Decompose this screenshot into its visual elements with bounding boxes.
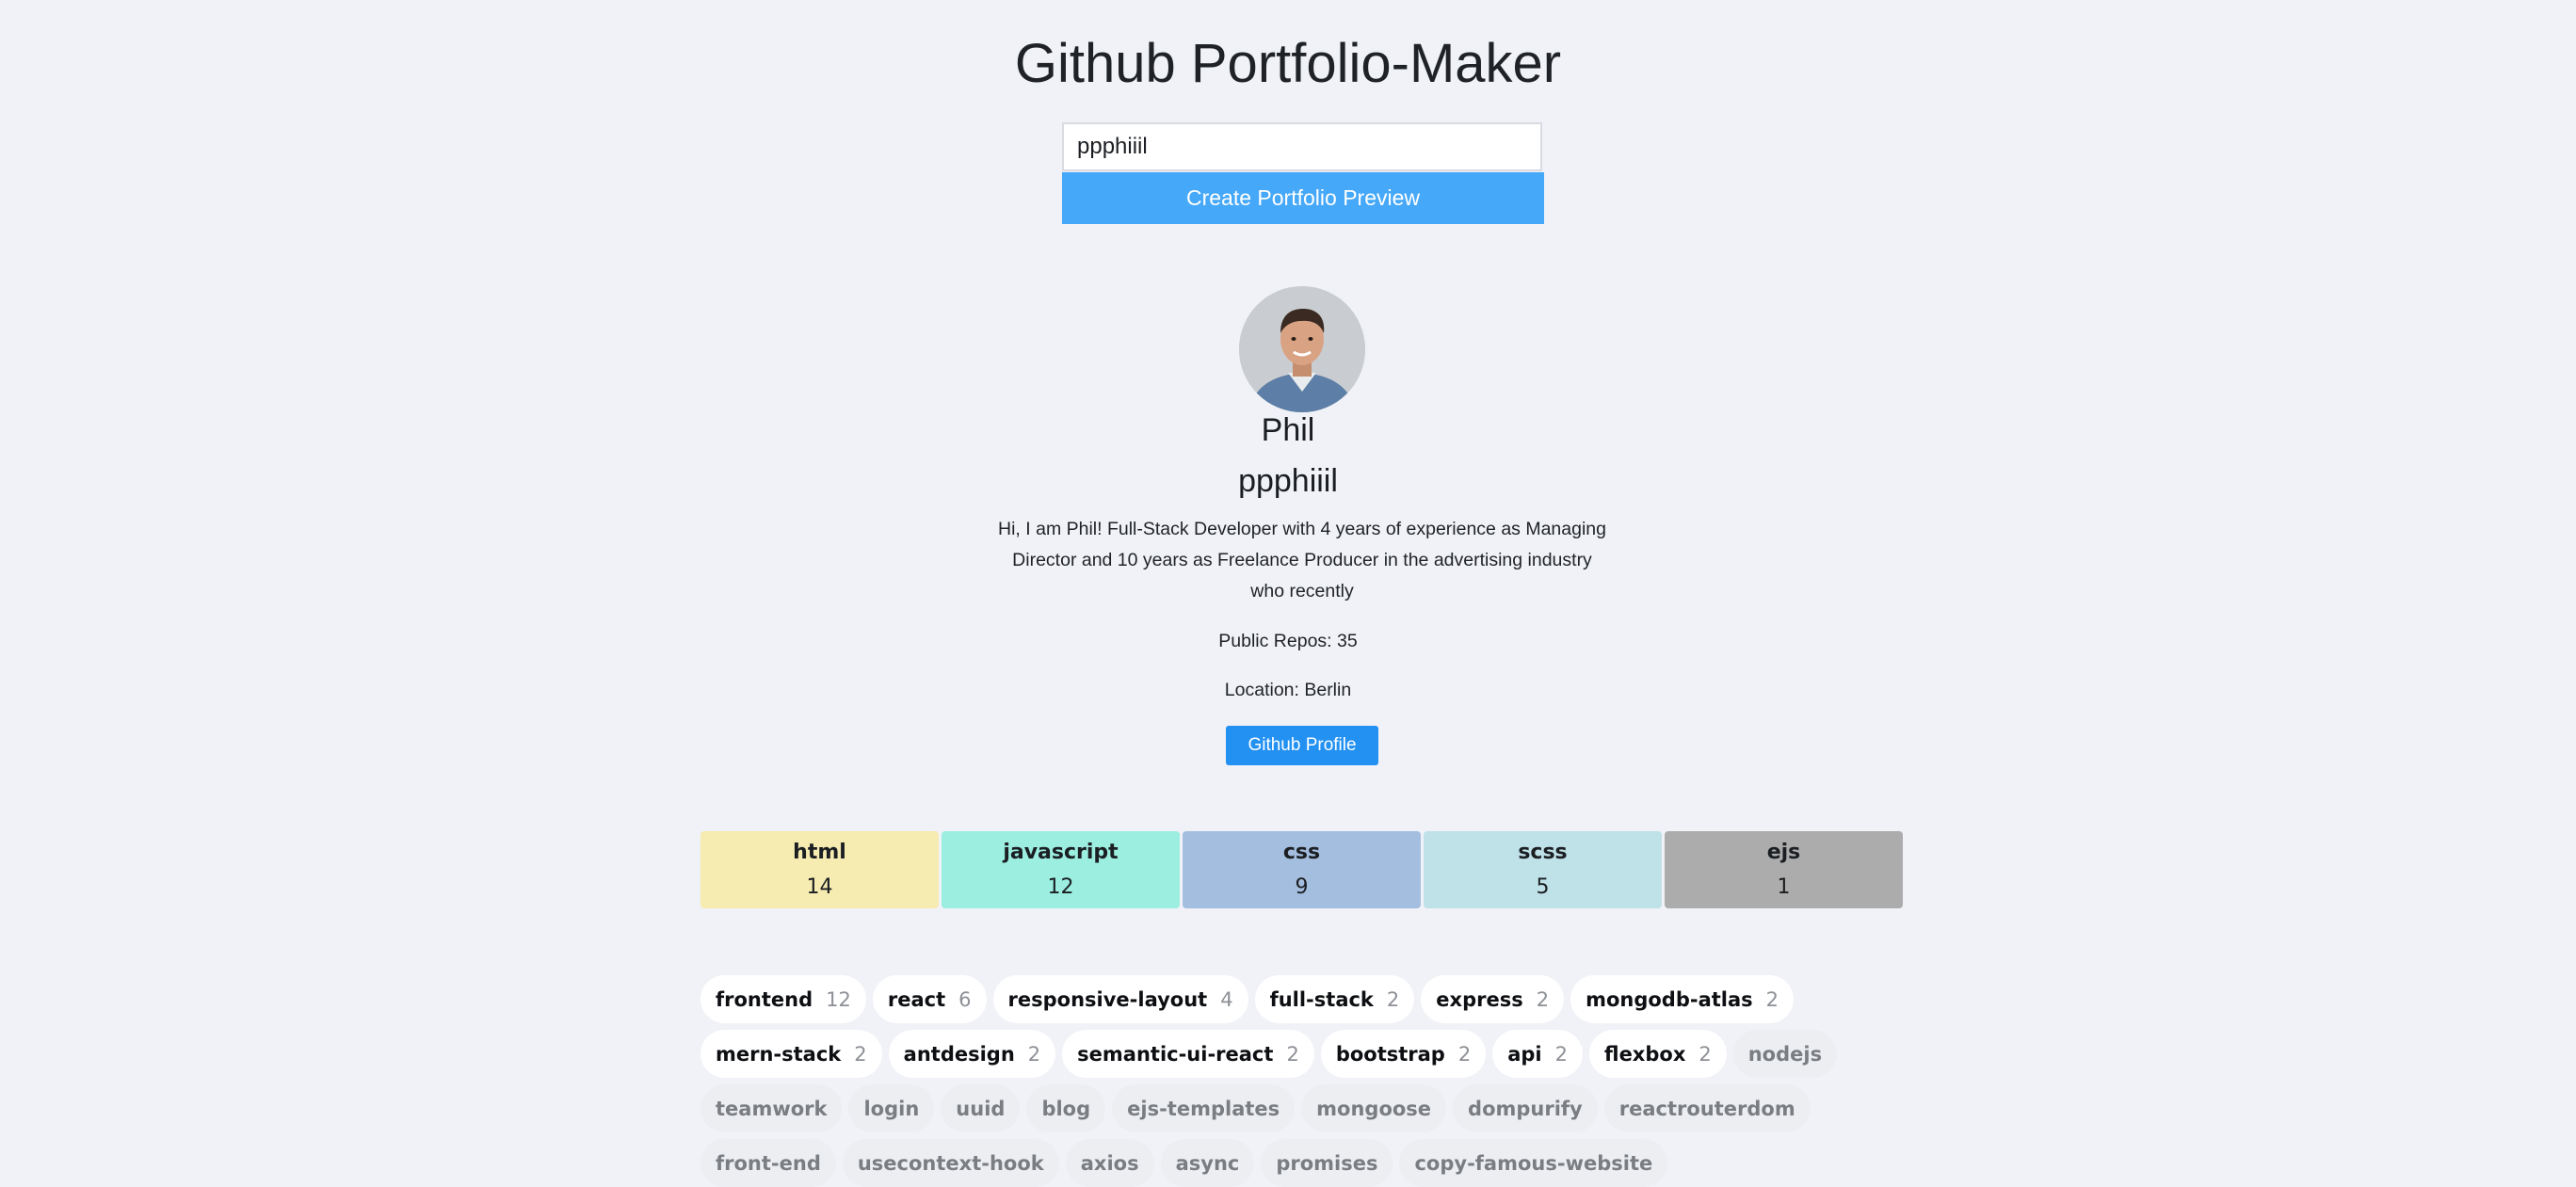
topic-label: dompurify xyxy=(1468,1097,1583,1120)
topic-label: frontend xyxy=(716,987,813,1011)
language-count: 5 xyxy=(1536,875,1550,899)
topic-tag-semantic-ui-react[interactable]: semantic-ui-react 2 xyxy=(1062,1030,1314,1078)
topic-tag-express[interactable]: express 2 xyxy=(1421,975,1565,1023)
language-name: html xyxy=(793,841,846,864)
profile-username: ppphiiil xyxy=(1238,463,1338,499)
topic-tag-responsive-layout[interactable]: responsive-layout 4 xyxy=(992,975,1248,1023)
language-count: 9 xyxy=(1295,875,1309,899)
topic-label: bootstrap xyxy=(1335,1042,1445,1066)
topic-tag-blog[interactable]: blog xyxy=(1026,1084,1106,1132)
location: Location: Berlin xyxy=(1224,680,1352,700)
topic-label: api xyxy=(1507,1042,1542,1066)
topic-count: 2 xyxy=(854,1042,867,1066)
topic-tag-uuid[interactable]: uuid xyxy=(941,1084,1021,1132)
page-title: Github Portfolio-Maker xyxy=(1014,33,1562,94)
topic-tag-nodejs[interactable]: nodejs xyxy=(1732,1030,1838,1078)
topic-label: blog xyxy=(1041,1097,1091,1120)
language-card-html: html 14 xyxy=(700,831,939,908)
language-card-ejs: ejs 1 xyxy=(1665,831,1903,908)
language-stats: html 14 javascript 12 css 9 scss 5 ejs 1 xyxy=(700,831,1903,908)
topic-count: 6 xyxy=(958,987,972,1011)
topic-count: 2 xyxy=(1699,1042,1712,1066)
language-count: 1 xyxy=(1777,875,1791,899)
topic-label: express xyxy=(1436,987,1523,1011)
topic-tag-antdesign[interactable]: antdesign 2 xyxy=(888,1030,1056,1078)
topic-tag-mongodb-atlas[interactable]: mongodb-atlas 2 xyxy=(1570,975,1795,1023)
language-name: ejs xyxy=(1766,841,1801,864)
language-count: 12 xyxy=(1047,875,1074,899)
language-name: javascript xyxy=(1003,841,1119,864)
topic-label: responsive-layout xyxy=(1007,987,1208,1011)
public-repos-count: Public Repos: 35 xyxy=(1218,631,1358,651)
topic-label: mongodb-atlas xyxy=(1586,987,1753,1011)
language-count: 14 xyxy=(806,875,833,899)
topic-tag-ejs-templates[interactable]: ejs-templates xyxy=(1112,1084,1296,1132)
topic-tag-full-stack[interactable]: full-stack 2 xyxy=(1254,975,1415,1023)
topic-label: antdesign xyxy=(903,1042,1015,1066)
topic-count: 2 xyxy=(1765,987,1779,1011)
topic-tag-login[interactable]: login xyxy=(848,1084,935,1132)
topic-tag-bootstrap[interactable]: bootstrap 2 xyxy=(1320,1030,1487,1078)
topic-label: nodejs xyxy=(1747,1042,1823,1066)
topic-tag-mongoose[interactable]: mongoose xyxy=(1301,1084,1447,1132)
topic-tag-dompurify[interactable]: dompurify xyxy=(1453,1084,1598,1132)
topic-count: 12 xyxy=(826,987,851,1011)
topic-label: mongoose xyxy=(1316,1097,1432,1120)
topic-label: react xyxy=(887,987,946,1011)
topic-tag-reactrouterdom[interactable]: reactrouterdom xyxy=(1603,1084,1811,1132)
language-card-css: css 9 xyxy=(1183,831,1421,908)
topic-count: 2 xyxy=(1457,1042,1472,1066)
language-card-javascript: javascript 12 xyxy=(942,831,1180,908)
topic-tag-teamwork[interactable]: teamwork xyxy=(700,1084,843,1132)
topic-count: 2 xyxy=(1286,1042,1299,1066)
topic-label: ejs-templates xyxy=(1127,1097,1280,1120)
topic-tag-mern-stack[interactable]: mern-stack 2 xyxy=(700,1030,882,1078)
topic-label: mern-stack xyxy=(716,1042,842,1066)
topic-label: semantic-ui-react xyxy=(1077,1042,1274,1066)
topic-tags: frontend 12 react 6 responsive-layout 4 full-s… xyxy=(700,975,1915,1187)
topic-tag-react[interactable]: react 6 xyxy=(872,975,987,1023)
topic-label: uuid xyxy=(956,1097,1006,1120)
topic-label: full-stack xyxy=(1269,987,1374,1011)
language-name: css xyxy=(1282,841,1321,864)
topic-count: 2 xyxy=(1536,987,1550,1011)
topic-label: login xyxy=(863,1097,920,1120)
profile-name: Phil xyxy=(1261,412,1315,448)
language-name: scss xyxy=(1518,841,1568,864)
topic-tag-api[interactable]: api 2 xyxy=(1492,1030,1583,1078)
language-card-scss: scss 5 xyxy=(1424,831,1662,908)
topic-count: 2 xyxy=(1027,1042,1041,1066)
page: Github Portfolio-Maker Create Portfolio … xyxy=(0,0,2576,1187)
avatar-image xyxy=(1239,286,1365,412)
topic-tag-frontend[interactable]: frontend 12 xyxy=(700,975,866,1023)
avatar xyxy=(1239,286,1365,412)
create-portfolio-button[interactable]: Create Portfolio Preview xyxy=(1062,172,1544,224)
topic-count: 2 xyxy=(1554,1042,1568,1066)
profile-bio: Hi, I am Phil! Full-Stack Developer with… xyxy=(998,519,1606,602)
topic-count: 4 xyxy=(1220,987,1233,1011)
username-input[interactable] xyxy=(1062,122,1542,171)
topic-count: 2 xyxy=(1386,987,1400,1011)
topic-label: teamwork xyxy=(716,1097,828,1120)
topic-label: reactrouterdom xyxy=(1618,1097,1795,1120)
github-profile-button[interactable]: Github Profile xyxy=(1226,726,1378,765)
topic-label: flexbox xyxy=(1604,1042,1686,1066)
topic-tag-flexbox[interactable]: flexbox 2 xyxy=(1589,1030,1727,1078)
